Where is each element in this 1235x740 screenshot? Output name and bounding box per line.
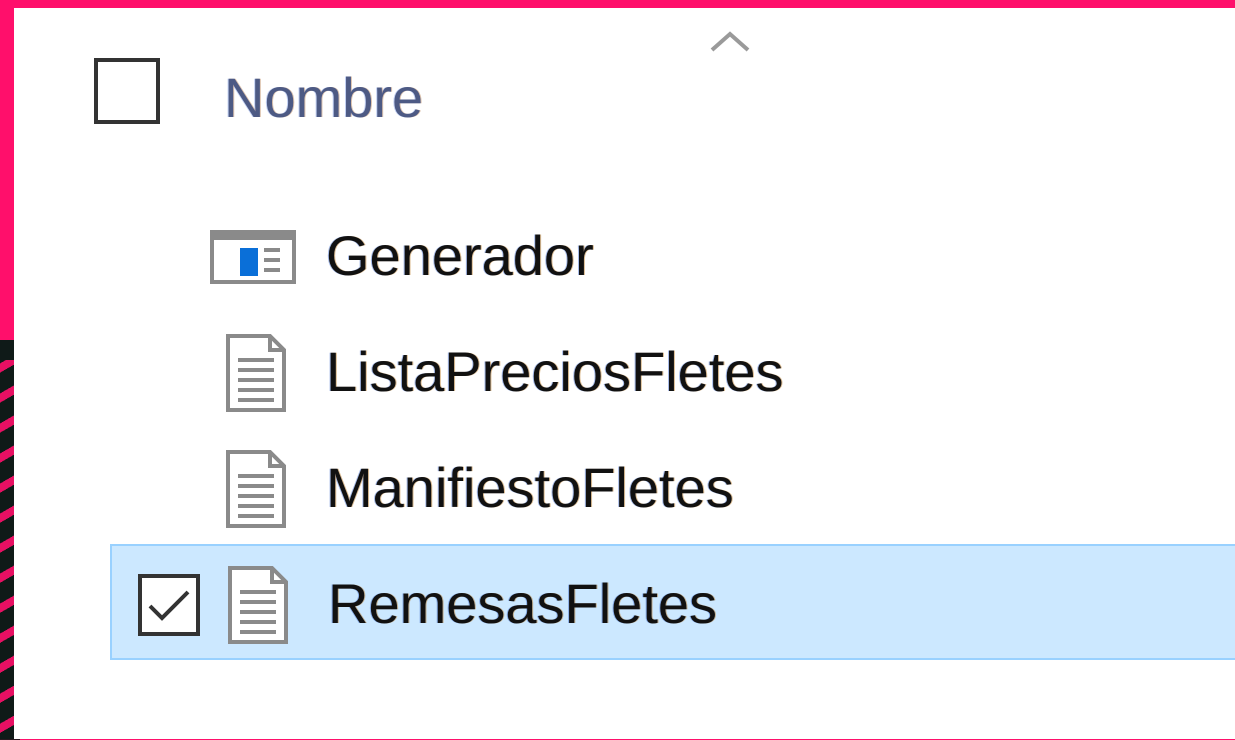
name-column-header[interactable]: Nombre (224, 58, 423, 138)
select-all-checkbox[interactable] (94, 58, 160, 124)
document-icon (220, 564, 294, 646)
item-label: ManifiestoFletes (326, 456, 734, 519)
document-icon (218, 448, 292, 530)
list-item-remesasfletes[interactable]: RemesasFletes (110, 544, 1235, 660)
chevron-up-icon[interactable] (708, 28, 752, 56)
file-list-panel: Nombre Generador ListaPreciosFletes Mani… (14, 8, 1235, 739)
form-icon (210, 216, 296, 298)
document-icon (218, 332, 292, 414)
list-item-manifiestofletes[interactable]: ManifiestoFletes (110, 430, 1235, 546)
list-item-generador[interactable]: Generador (110, 198, 1235, 314)
item-label: ListaPreciosFletes (326, 340, 784, 403)
item-checkbox[interactable] (138, 574, 200, 636)
item-label: RemesasFletes (328, 572, 718, 635)
checkmark-icon (148, 590, 190, 621)
item-label: Generador (326, 224, 594, 287)
column-header[interactable]: Nombre (14, 8, 1235, 168)
list-item-listapreciosfletes[interactable]: ListaPreciosFletes (110, 314, 1235, 430)
